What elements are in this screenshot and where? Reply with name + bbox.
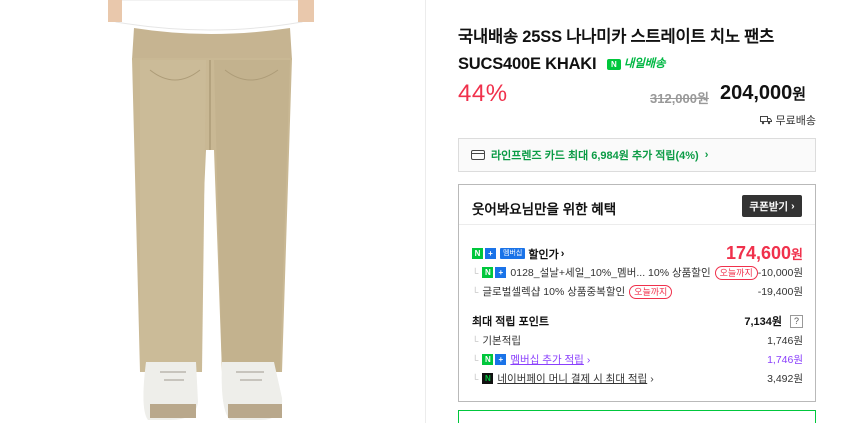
sale-price-unit: 원 xyxy=(792,86,807,103)
point-item-label[interactable]: 네이버페이 머니 결제 시 최대 적립 xyxy=(497,371,647,386)
max-points-label: 최대 적립 포인트 xyxy=(472,316,549,328)
branch-icon: └ xyxy=(472,354,479,365)
chevron-right-icon: › xyxy=(586,353,591,366)
original-price: 312,000원 xyxy=(650,91,709,106)
branch-icon: └ xyxy=(472,267,479,278)
benefit-header: 웃어봐요님만을 위한 혜택 쿠폰받기 › xyxy=(459,185,815,225)
product-image xyxy=(0,0,425,423)
sale-price-value: 204,000 xyxy=(720,82,793,104)
column-divider xyxy=(425,0,426,423)
delivery-badge: N 내일배송 xyxy=(606,51,666,78)
free-shipping-label: 무료배송 xyxy=(775,115,816,127)
naver-pay-icon: N xyxy=(482,373,494,384)
get-coupon-label: 쿠폰받기 xyxy=(749,200,789,213)
point-item-label[interactable]: 멤버십 추가 적립 xyxy=(510,352,583,367)
point-item-row[interactable]: └ N + 멤버십 추가 적립 › 1,746원 xyxy=(472,352,803,367)
today-only-tag: 오늘까지 xyxy=(629,284,673,299)
member-benefit-box: 웃어봐요님만을 위한 혜택 쿠폰받기 › N + 멤버십 할인가 › 174,60… xyxy=(458,184,816,402)
max-points-value: 7,134원 xyxy=(744,316,782,328)
discount-item-value: -10,000원 xyxy=(757,267,804,279)
discount-price: 174,600원 xyxy=(726,243,803,264)
today-only-tag: 오늘까지 xyxy=(714,265,758,280)
free-shipping: 무료배송 xyxy=(759,112,816,128)
point-item-value: 3,492원 xyxy=(767,373,803,385)
chevron-right-icon: › xyxy=(791,200,795,212)
point-item-label: 기본적립 xyxy=(482,335,522,347)
discount-label: 할인가 xyxy=(528,248,559,261)
khaki-pants-photo xyxy=(108,0,314,420)
branch-icon: └ xyxy=(472,373,479,384)
discount-item-label: 글로벌셀렉샵 10% 상품중복할인 xyxy=(482,286,626,298)
discount-rate: 44% xyxy=(458,80,508,107)
product-title: 국내배송 25SS 나나미카 스트레이트 치노 팬츠 SUCS400E KHAK… xyxy=(458,24,818,78)
card-promo-banner[interactable]: 라인프렌즈 카드 최대 6,984원 추가 적립(4%) › xyxy=(458,138,816,172)
card-promo-text: 라인프렌즈 카드 최대 6,984원 추가 적립(4%) xyxy=(491,150,699,162)
point-item-row: └ 기본적립 1,746원 xyxy=(472,333,803,348)
truck-icon xyxy=(759,116,772,125)
membership-tag: 멤버십 xyxy=(500,248,526,259)
discount-item-value: -19,400원 xyxy=(757,286,803,298)
point-item-value: 1,746원 xyxy=(767,354,803,366)
chevron-right-icon: › xyxy=(560,247,565,260)
chevron-right-icon: › xyxy=(704,149,709,161)
get-coupon-button[interactable]: 쿠폰받기 › xyxy=(742,195,802,217)
help-icon[interactable]: ? xyxy=(790,314,803,328)
point-item-row[interactable]: └ N 네이버페이 머니 결제 시 최대 적립 › 3,492원 xyxy=(472,371,803,386)
discount-item-row: └ N + 0128_설날+세일_10%_멤버... 10% 상품할인 오늘까지 … xyxy=(472,265,803,280)
next-section-box xyxy=(458,410,816,423)
discount-item-row: └ 글로벌셀렉샵 10% 상품중복할인 오늘까지 -19,400원 xyxy=(472,284,803,299)
benefit-title: 웃어봐요님만을 위한 혜택 xyxy=(472,202,617,217)
max-points-row: 최대 적립 포인트 7,134원 ? xyxy=(472,313,803,329)
chevron-right-icon: › xyxy=(650,372,654,385)
discount-price-row[interactable]: N + 멤버십 할인가 › 174,600원 xyxy=(472,243,803,264)
branch-icon: └ xyxy=(472,335,479,346)
naver-plus-icon: N + xyxy=(482,267,507,278)
discount-price-unit: 원 xyxy=(791,247,803,262)
sale-price: 204,000원 xyxy=(720,82,806,105)
naver-plus-icon: N + xyxy=(482,354,507,365)
branch-icon: └ xyxy=(472,286,479,297)
tomorrow-delivery-icon: N xyxy=(606,59,621,71)
discount-price-value: 174,600 xyxy=(725,243,792,263)
point-item-value: 1,746원 xyxy=(767,335,803,347)
discount-item-label: 0128_설날+세일_10%_멤버... 10% 상품할인 xyxy=(510,267,711,279)
naver-plus-icon: N + xyxy=(472,248,496,259)
delivery-badge-label: 내일배송 xyxy=(623,58,666,71)
credit-card-icon xyxy=(471,150,485,160)
